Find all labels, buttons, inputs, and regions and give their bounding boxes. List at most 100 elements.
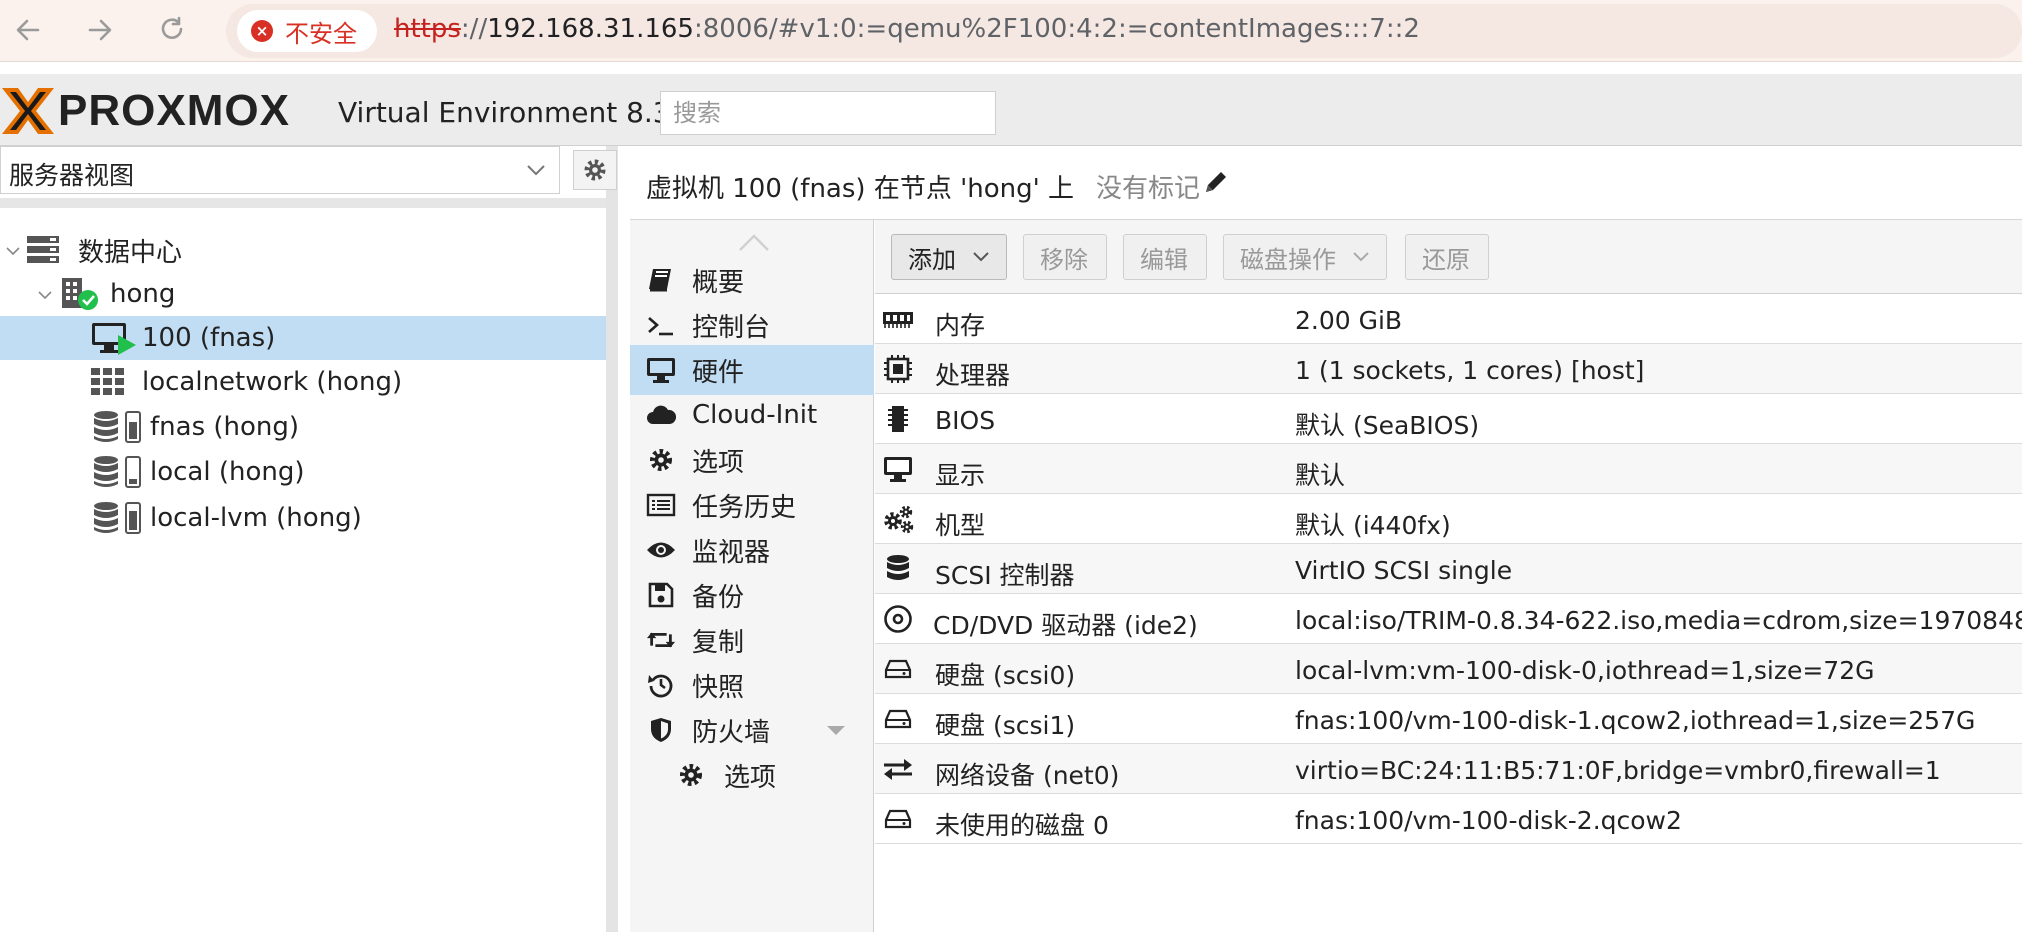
hardware-name: 内存 [935, 311, 986, 340]
exchange-icon [881, 754, 915, 784]
nav-item-label: 选项 [724, 762, 777, 793]
nav-item-firewall[interactable]: 防火墙 [630, 705, 874, 755]
cdrom-icon [881, 604, 915, 634]
hardware-row-bios[interactable]: BIOS 默认 (SeaBIOS) [875, 394, 2022, 444]
search-input[interactable] [660, 91, 996, 135]
nav-item-monitor[interactable]: 监视器 [630, 525, 874, 575]
reload-button[interactable] [152, 10, 192, 50]
disk-action-button[interactable]: 磁盘操作 [1223, 234, 1387, 280]
cloud-icon [646, 400, 676, 430]
tree-item-node-hong[interactable]: hong [0, 272, 606, 316]
hardware-row-disk-scsi1[interactable]: 硬盘 (scsi1) fnas:100/vm-100-disk-1.qcow2,… [875, 694, 2022, 744]
nav-item-label: 复制 [692, 627, 745, 658]
hardware-name: 硬盘 (scsi1) [935, 711, 1076, 740]
proxmox-logo[interactable]: PROXMOX [0, 86, 290, 136]
hardware-row-processor[interactable]: 处理器 1 (1 sockets, 1 cores) [host] [875, 344, 2022, 394]
add-button-label: 添加 [908, 245, 956, 274]
monitor-icon [646, 355, 676, 385]
back-button[interactable] [8, 10, 48, 50]
hardware-value: fnas:100/vm-100-disk-2.qcow2 [1295, 806, 1682, 835]
edit-button-label: 编辑 [1140, 245, 1188, 274]
gear-icon [646, 445, 676, 475]
nav-item-replication[interactable]: 复制 [630, 615, 874, 665]
hardware-name: CD/DVD 驱动器 (ide2) [933, 611, 1198, 640]
hardware-value: local-lvm:vm-100-disk-0,iothread=1,size=… [1295, 656, 1875, 685]
hardware-name: 显示 [935, 461, 986, 490]
proxmox-x-icon [2, 88, 54, 134]
remove-button[interactable]: 移除 [1023, 234, 1107, 280]
pencil-icon[interactable] [1202, 168, 1228, 196]
caret-down-icon[interactable] [826, 725, 846, 737]
hardware-row-scsi-controller[interactable]: SCSI 控制器 VirtIO SCSI single [875, 544, 2022, 594]
tree-item-localnetwork[interactable]: localnetwork (hong) [0, 360, 606, 404]
hardware-row-cdrom[interactable]: CD/DVD 驱动器 (ide2) local:iso/TRIM-0.8.34-… [875, 594, 2022, 644]
nav-item-snapshots[interactable]: 快照 [630, 660, 874, 710]
desktop-icon [881, 454, 915, 484]
nav-item-options[interactable]: 选项 [630, 435, 874, 485]
url-text[interactable]: https://192.168.31.165:8006/#v1:0:=qemu%… [394, 14, 1420, 44]
view-selector-label: 服务器视图 [9, 161, 135, 190]
chevron-down-icon[interactable] [36, 286, 54, 304]
chevron-down-icon [1353, 252, 1369, 262]
hdd-icon [881, 654, 915, 684]
tree-item-label: local-lvm (hong) [150, 503, 362, 533]
tree-item-datacenter[interactable]: 数据中心 [0, 228, 606, 272]
revert-button[interactable]: 还原 [1405, 234, 1489, 280]
remove-button-label: 移除 [1040, 245, 1088, 274]
reload-icon [161, 16, 183, 39]
database-icon [881, 554, 915, 584]
chevron-down-icon[interactable] [4, 242, 22, 260]
page-title: 虚拟机 100 (fnas) 在节点 'hong' 上 [646, 174, 1075, 204]
book-icon [646, 265, 676, 295]
hardware-name: 处理器 [935, 361, 1011, 390]
hardware-value: 1 (1 sockets, 1 cores) [host] [1295, 356, 1645, 385]
disk-action-label: 磁盘操作 [1240, 245, 1336, 274]
hardware-name: 未使用的磁盘 0 [935, 811, 1109, 840]
nav-item-label: 任务历史 [692, 492, 797, 523]
add-button[interactable]: 添加 [891, 234, 1007, 280]
hardware-value: 默认 (i440fx) [1295, 511, 1451, 540]
storage-icon [94, 456, 141, 488]
security-indicator[interactable]: × 不安全 [237, 10, 377, 52]
nav-item-backup[interactable]: 备份 [630, 570, 874, 620]
hardware-name: 机型 [935, 511, 986, 540]
revert-button-label: 还原 [1422, 245, 1470, 274]
forward-button[interactable] [80, 10, 120, 50]
tree-item-storage-local-lvm[interactable]: local-lvm (hong) [0, 496, 606, 540]
nav-item-cloud-init[interactable]: Cloud-Init [630, 390, 874, 440]
nav-item-task-history[interactable]: 任务历史 [630, 480, 874, 530]
nav-item-console[interactable]: 控制台 [630, 300, 874, 350]
cogs-icon [881, 504, 915, 534]
hardware-row-machine[interactable]: 机型 默认 (i440fx) [875, 494, 2022, 544]
url-protocol: https [394, 14, 461, 44]
nav-item-summary[interactable]: 概要 [630, 255, 874, 305]
nav-item-label: 快照 [692, 672, 745, 703]
hardware-row-disk-scsi0[interactable]: 硬盘 (scsi0) local-lvm:vm-100-disk-0,iothr… [875, 644, 2022, 694]
tree-item-label: 100 (fnas) [142, 323, 276, 353]
hardware-row-display[interactable]: 显示 默认 [875, 444, 2022, 494]
microchip-icon [881, 404, 915, 434]
browser-toolbar: × 不安全 https://192.168.31.165:8006/#v1:0:… [0, 0, 2022, 62]
view-selector[interactable]: 服务器视图 [0, 146, 560, 194]
hardware-row-network-net0[interactable]: 网络设备 (net0) virtio=BC:24:11:B5:71:0F,bri… [875, 744, 2022, 794]
nav-item-firewall-options[interactable]: 选项 [630, 750, 874, 800]
tree-item-vm-100[interactable]: 100 (fnas) [0, 316, 606, 360]
cpu-icon [881, 354, 915, 384]
edit-button[interactable]: 编辑 [1123, 234, 1207, 280]
nav-item-hardware[interactable]: 硬件 [630, 345, 874, 395]
tree-item-label: hong [110, 279, 176, 309]
chevron-up-icon[interactable] [738, 232, 770, 252]
hardware-value: 默认 (SeaBIOS) [1295, 411, 1480, 440]
hardware-list: 内存 2.00 GiB 处理器 1 (1 sockets, 1 cores) [… [875, 294, 2022, 844]
tree-item-storage-fnas[interactable]: fnas (hong) [0, 405, 606, 449]
tree-item-storage-local[interactable]: local (hong) [0, 450, 606, 494]
hardware-name: 硬盘 (scsi0) [935, 661, 1076, 690]
hardware-row-unused-disk-0[interactable]: 未使用的磁盘 0 fnas:100/vm-100-disk-2.qcow2 [875, 794, 2022, 844]
view-settings-button[interactable] [573, 150, 617, 190]
hardware-name: BIOS [935, 406, 996, 435]
hardware-row-memory[interactable]: 内存 2.00 GiB [875, 294, 2022, 344]
hardware-name: SCSI 控制器 [935, 561, 1075, 590]
tree-item-label: fnas (hong) [150, 412, 300, 442]
nav-item-label: 监视器 [692, 537, 771, 568]
chevron-down-icon [527, 165, 545, 176]
